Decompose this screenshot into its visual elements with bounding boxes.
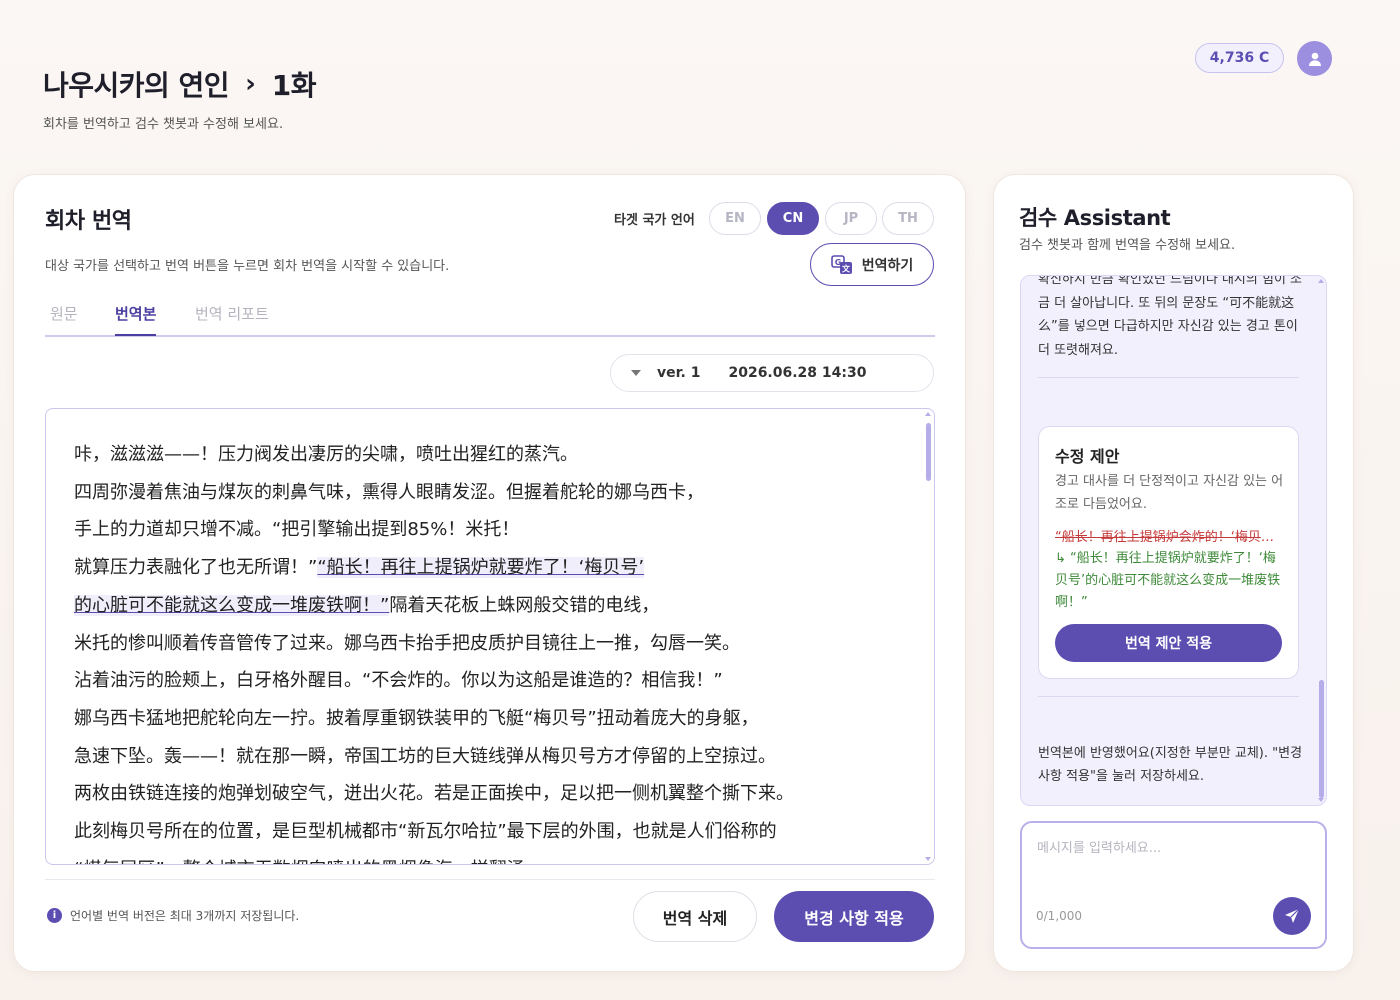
send-button[interactable] — [1273, 897, 1311, 935]
tab-original[interactable]: 원문 — [50, 303, 78, 334]
assistant-message: 번역본에 반영했어요(지정한 부분만 교체). "변경 사항 적용"을 눌러 저… — [1038, 746, 1303, 784]
suggestion-original-text: “船长！再往上提锅炉会炸的！‘梅贝号’的心脏” — [1055, 530, 1285, 545]
text-line: 的心脏可不能就这么变成一堆废铁啊！”隔着天花板上蛛网般交错的电线， — [74, 587, 884, 625]
scroll-up-icon[interactable] — [1318, 279, 1324, 283]
page-subtitle: 회차를 번역하고 검수 챗봇과 수정해 보세요. — [43, 117, 284, 132]
scroll-down-icon[interactable] — [1318, 798, 1324, 802]
chevron-right-icon: › — [245, 69, 256, 99]
version-limit-text: 언어별 번역 버전은 최대 3개까지 저장됩니다. — [70, 909, 300, 923]
chat-scrollbar[interactable] — [1319, 680, 1324, 798]
editor-scrollbar[interactable] — [926, 423, 931, 481]
language-option-cn[interactable]: CN — [767, 202, 819, 235]
tab-translation-report[interactable]: 번역 리포트 — [195, 303, 269, 334]
suggestion-revised-text: ↳ “船长！再往上提锅炉就要炸了！‘梅贝号’的心脏可不能就这么变成一堆废铁啊！” — [1055, 551, 1281, 610]
suggestion-title: 수정 제안 — [1055, 447, 1120, 466]
version-select[interactable]: ver. 1 2026.06.28 14:30 — [610, 354, 934, 392]
text-segment: 就算压力表融化了也无所谓！” — [74, 557, 318, 579]
version-date: 2026.06.28 14:30 — [728, 365, 867, 381]
chevron-down-icon — [631, 370, 641, 376]
breadcrumb: 나우시카의 연인 › 1화 — [43, 64, 317, 104]
suggestion-description: 경고 대사를 더 단정적이고 자신감 있는 어조로 다듬었어요. — [1055, 474, 1284, 512]
suggestion-card: 수정 제안 경고 대사를 더 단정적이고 자신감 있는 어조로 다듬었어요. “… — [1038, 426, 1299, 679]
text-line: 两枚由铁链连接的炮弹划破空气，迸出火花。若是正面挨中，足以把一侧机翼整个撕下来。 — [74, 783, 794, 805]
divider — [1038, 377, 1299, 378]
message-input[interactable] — [1037, 837, 1307, 897]
text-line: 就算压力表融化了也无所谓！”“船长！再往上提锅炉就要炸了！‘梅贝号’ — [74, 549, 884, 587]
language-option-en[interactable]: EN — [709, 202, 761, 235]
message-input-box: 0/1,000 — [1020, 821, 1327, 949]
translate-icon: G 文 — [830, 254, 852, 274]
version-limit-note: i 언어별 번역 버전은 최대 3개까지 저장됩니다. — [47, 907, 299, 924]
apply-suggestion-button[interactable]: 번역 제안 적용 — [1055, 624, 1282, 662]
chat-history[interactable]: 확신하지 만큼 확인있던 드림이다 대시의 힘이 조금 더 살아납니다. 또 뒤… — [1020, 275, 1327, 806]
send-icon — [1285, 908, 1300, 923]
breadcrumb-work-title[interactable]: 나우시카의 연인 — [43, 64, 230, 104]
text-line: 米托的惨叫顺着传音管传了过来。娜乌西卡抬手把皮质护目镜往上一推，勾唇一笑。 — [74, 632, 740, 654]
text-line: 急速下坠。轰——！就在那一瞬，帝国工坊的巨大链线弹从梅贝号方才停留的上空掠过。 — [74, 745, 776, 767]
translation-panel: 회차 번역 대상 국가를 선택하고 번역 버튼을 누르면 회차 번역을 시작할 … — [13, 174, 966, 972]
translate-button[interactable]: G 文 번역하기 — [810, 243, 934, 286]
language-option-th[interactable]: TH — [882, 202, 934, 235]
text-line: 娜乌西卡猛地把舵轮向左一拧。披着厚重钢铁装甲的飞艇“梅贝号”扭动着庞大的身躯， — [74, 707, 759, 729]
character-counter: 0/1,000 — [1036, 909, 1083, 923]
translation-panel-title: 회차 번역 — [45, 209, 132, 234]
version-label: ver. 1 — [657, 365, 701, 381]
text-line: 手上的力道却只增不减。“把引擎输出提到85%！米托！ — [74, 519, 520, 541]
credit-badge[interactable]: 4,736 C — [1195, 43, 1284, 73]
translation-tabs: 원문 번역본 번역 리포트 — [45, 301, 935, 337]
svg-text:文: 文 — [842, 263, 851, 273]
translate-button-label: 번역하기 — [861, 257, 914, 274]
translation-editor[interactable]: 咔，滋滋滋——！压力阀发出凄厉的尖啸，喷吐出猩红的蒸汽。 四周弥漫着焦油与煤灰的… — [45, 408, 935, 865]
tab-translation[interactable]: 번역본 — [115, 303, 157, 336]
scroll-down-icon[interactable] — [925, 857, 931, 861]
divider — [45, 879, 935, 880]
info-icon: i — [47, 908, 62, 923]
text-line: 此刻梅贝号所在的位置，是巨型机械都市“新瓦尔哈拉”最下层的外围，也就是人们俗称的 — [74, 821, 777, 843]
divider — [1038, 696, 1299, 697]
breadcrumb-episode-title: 1화 — [271, 69, 317, 102]
text-line: 沾着油污的脸颊上，白牙格外醒目。“不会炸的。你以为这船是谁造的？相信我！” — [74, 670, 723, 692]
delete-translation-button[interactable]: 번역 삭제 — [633, 891, 757, 942]
assistant-description: 검수 챗봇과 함께 번역을 수정해 보세요. — [1019, 238, 1236, 253]
assistant-message: 확신하지 만큼 확인있던 드림이다 대시의 힘이 조금 더 살아납니다. 또 뒤… — [1038, 275, 1302, 358]
translation-text[interactable]: 咔，滋滋滋——！压力阀发出凄厉的尖啸，喷吐出猩红的蒸汽。 四周弥漫着焦油与煤灰的… — [46, 409, 934, 864]
user-avatar[interactable] — [1297, 41, 1332, 76]
apply-changes-button[interactable]: 변경 사항 적용 — [774, 891, 934, 942]
highlighted-segment[interactable]: 的心脏可不能就这么变成一堆废铁啊！” — [74, 594, 390, 616]
assistant-title: 검수 Assistant — [1019, 206, 1171, 230]
text-line: 咔，滋滋滋——！压力阀发出凄厉的尖啸，喷吐出猩红的蒸汽。 — [74, 444, 578, 465]
translation-panel-description: 대상 국가를 선택하고 번역 버튼을 누르면 회차 번역을 시작할 수 있습니다… — [45, 259, 450, 274]
text-line: 四周弥漫着焦油与煤灰的刺鼻气味，熏得人眼睛发涩。但握着舵轮的娜乌西卡， — [74, 481, 704, 503]
language-option-jp[interactable]: JP — [825, 202, 877, 235]
text-line: “煤气层区”。整个城市无数烟囱喷出的黑烟像海一样翻涌 — [74, 851, 884, 864]
target-language-label: 타겟 국가 언어 — [614, 213, 695, 228]
highlighted-segment[interactable]: “船长！再往上提锅炉就要炸了！‘梅贝号’ — [317, 557, 645, 579]
scroll-up-icon[interactable] — [925, 412, 931, 416]
assistant-panel: 검수 Assistant 검수 챗봇과 함께 번역을 수정해 보세요. 확신하지… — [993, 174, 1354, 972]
text-segment: 隔着天花板上蛛网般交错的电线， — [389, 594, 660, 616]
user-icon — [1308, 52, 1321, 66]
